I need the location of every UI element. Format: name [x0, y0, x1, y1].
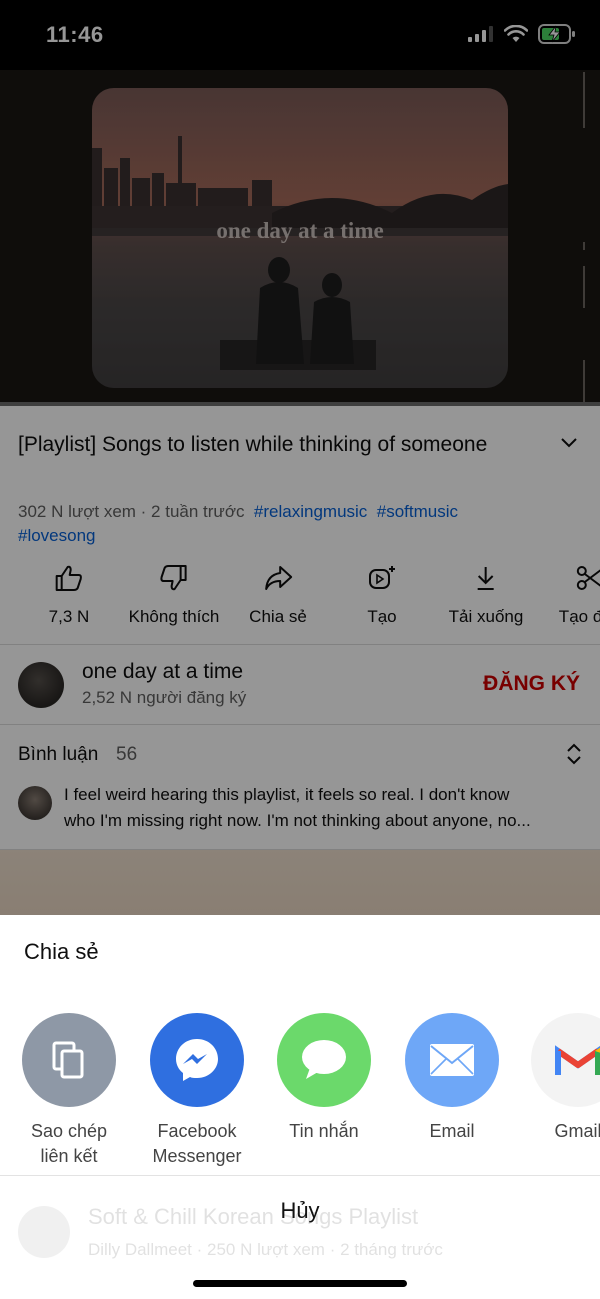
share-sheet: Chia sẻ Sao chép liên kết Facebook Messe…	[0, 915, 600, 1175]
download-icon	[471, 564, 501, 597]
video-thumbnail: one day at a time	[92, 88, 508, 388]
top-comment[interactable]: I feel weird hearing this playlist, it f…	[64, 782, 584, 834]
expand-collapse-icon[interactable]	[566, 742, 582, 771]
share-button[interactable]: Chia sẻ	[249, 564, 307, 627]
signal-icon	[468, 26, 494, 47]
commenter-avatar	[18, 786, 52, 820]
comments-count: 56	[116, 744, 138, 765]
share-label: Chia sẻ	[249, 607, 307, 626]
email-share-button[interactable]: Email	[387, 1013, 517, 1144]
next-video-thumbnail	[0, 850, 600, 915]
label-line: Email	[429, 1121, 475, 1141]
comment-line: I feel weird hearing this playlist, it f…	[64, 785, 510, 804]
video-details: [Playlist] Songs to listen while thinkin…	[0, 406, 600, 915]
messages-share-button[interactable]: Tin nhắn	[259, 1013, 389, 1144]
video-meta: 302 N lượt xem · 2 tuần trước #relaxingm…	[18, 500, 578, 548]
video-overlay-title: one day at a time	[216, 218, 384, 243]
battery-charging-icon	[538, 24, 576, 49]
status-icons	[468, 24, 576, 49]
wifi-icon	[503, 24, 529, 48]
view-stats: 302 N lượt xem · 2 tuần trước	[18, 502, 245, 521]
label-line: Messenger	[152, 1146, 242, 1166]
channel-avatar[interactable]	[18, 662, 64, 708]
dislike-button[interactable]: Không thích	[128, 564, 220, 627]
comment-line: who I'm missing right now. I'm not think…	[64, 811, 531, 830]
subscribe-button[interactable]: ĐĂNG KÝ	[483, 672, 580, 696]
cancel-button[interactable]: Hủy	[0, 1198, 600, 1224]
label-line: Gmail	[554, 1121, 600, 1141]
channel-name[interactable]: one day at a time	[82, 660, 243, 684]
gmail-share-button[interactable]: Gmail	[513, 1013, 600, 1144]
scissors-icon	[575, 564, 600, 597]
share-icon	[263, 564, 293, 597]
divider	[0, 724, 600, 725]
email-label: Email	[429, 1119, 474, 1144]
messenger-share-button[interactable]: Facebook Messenger	[132, 1013, 262, 1169]
copy-link-label: Sao chép liên kết	[31, 1119, 107, 1169]
label-line: Sao chép	[30, 1121, 108, 1141]
thumbs-up-icon	[54, 564, 84, 597]
dislike-label: Không thích	[128, 607, 220, 626]
messages-icon	[277, 1013, 371, 1107]
download-label: Tải xuống	[448, 607, 524, 626]
messages-label: Tin nhắn	[289, 1119, 358, 1144]
download-button[interactable]: Tải xuống	[448, 564, 524, 627]
action-bar: 7,3 N Không thích Chia sẻ Tạo Tải xuống	[0, 564, 600, 644]
share-sheet-title: Chia sẻ	[24, 939, 99, 964]
label-line: liên kết	[40, 1146, 98, 1166]
label-line: Facebook	[157, 1121, 237, 1141]
video-title[interactable]: [Playlist] Songs to listen while thinkin…	[18, 428, 548, 461]
create-button[interactable]: Tạo	[367, 564, 397, 627]
divider	[0, 644, 600, 645]
comments-label[interactable]: Bình luận	[18, 744, 98, 766]
messenger-label: Facebook Messenger	[152, 1119, 241, 1169]
status-bar: 11:46	[0, 0, 600, 70]
like-count: 7,3 N	[48, 607, 90, 626]
create-icon	[367, 564, 397, 597]
channel-subscribers: 2,52 N người đăng ký	[82, 688, 247, 707]
copy-link-icon	[22, 1013, 116, 1107]
hashtag-link[interactable]: #lovesong	[18, 526, 96, 545]
home-indicator[interactable]	[193, 1280, 407, 1287]
clip-label: Tạo đoạ	[558, 607, 600, 626]
gmail-label: Gmail	[554, 1119, 600, 1144]
messenger-icon	[150, 1013, 244, 1107]
label-line: Tin nhắn	[289, 1121, 359, 1141]
gmail-icon	[531, 1013, 600, 1107]
clip-button[interactable]: Tạo đoạ	[559, 564, 600, 627]
vertical-text-decoration	[583, 72, 585, 402]
like-button[interactable]: 7,3 N	[48, 564, 90, 627]
copy-link-button[interactable]: Sao chép liên kết	[4, 1013, 134, 1169]
status-time: 11:46	[46, 22, 104, 47]
create-label: Tạo	[367, 607, 397, 626]
hashtag-link[interactable]: #softmusic	[377, 502, 458, 521]
thumbs-down-icon	[159, 564, 189, 597]
hashtag-link[interactable]: #relaxingmusic	[254, 502, 367, 521]
email-icon	[405, 1013, 499, 1107]
video-player[interactable]: one day at a time	[0, 70, 600, 406]
chevron-down-icon[interactable]	[560, 436, 578, 454]
background-item-meta: Dilly Dallmeet · 250 N lượt xem · 2 thán…	[88, 1240, 443, 1259]
